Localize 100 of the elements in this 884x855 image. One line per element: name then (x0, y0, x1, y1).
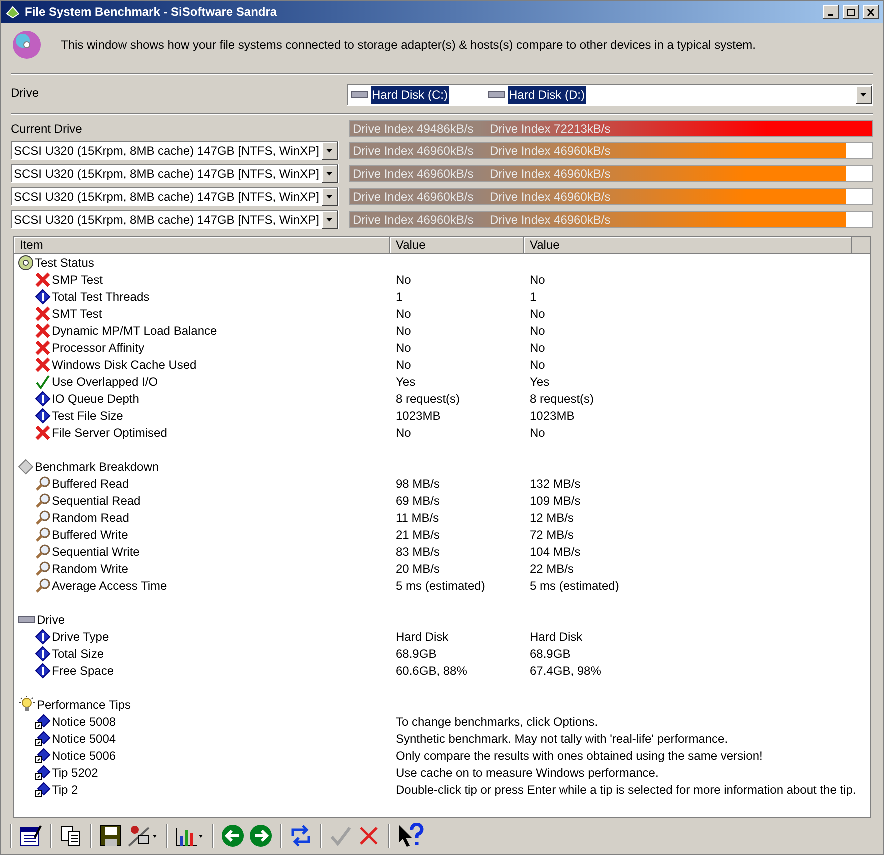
drive-index-reading: Drive Index 46960kB/s (352, 142, 475, 160)
magnifier-icon (35, 492, 51, 508)
check-icon[interactable] (329, 824, 353, 848)
item-name[interactable]: Notice 5008 (52, 712, 116, 730)
item-value: 1 (529, 288, 537, 306)
forward-icon[interactable] (249, 824, 273, 848)
maximize-button[interactable] (843, 5, 859, 19)
item-name[interactable]: Test File Size (52, 406, 124, 424)
drive-index-reading: Drive Index 46960kB/s (352, 188, 475, 206)
column-header[interactable]: Value (524, 237, 852, 254)
item-value: 20 MB/s (395, 560, 442, 578)
item-value: 21 MB/s (395, 526, 442, 544)
item-name[interactable]: Sequential Write (52, 542, 140, 560)
item-name[interactable]: Notice 5004 (52, 730, 116, 748)
item-value: Use cache on to measure Windows performance. (395, 764, 659, 782)
magnifier-icon (35, 510, 51, 526)
reference-device-select[interactable]: SCSI U320 (15Krpm, 8MB cache) 147GB [NTFS, WinXP] (11, 141, 339, 160)
item-value: 72 MB/s (529, 526, 574, 544)
item-name[interactable]: Random Write (52, 560, 128, 578)
item-value: To change benchmarks, click Options. (395, 714, 598, 730)
item-name[interactable]: Windows Disk Cache Used (52, 356, 197, 374)
item-value: 60.6GB, 88% (395, 662, 468, 680)
item-value: 83 MB/s (395, 544, 442, 560)
item-value: Yes (395, 374, 417, 390)
item-name[interactable]: Tip 2 (52, 780, 78, 798)
report-wizard-icon[interactable] (19, 824, 43, 848)
item-value: No (395, 322, 412, 340)
item-name[interactable]: Free Space (52, 662, 114, 680)
item-name[interactable]: Tip 5202 (52, 764, 98, 782)
item-name[interactable]: IO Queue Depth (52, 390, 140, 408)
cross-icon (35, 306, 51, 322)
close-button[interactable] (863, 5, 879, 19)
drive-index-reading: Drive Index 46960kB/s (489, 166, 612, 182)
column-header[interactable]: Value (390, 237, 524, 254)
minimize-button[interactable] (823, 5, 839, 19)
item-name[interactable]: Drive Type (52, 628, 110, 646)
item-value: No (529, 340, 546, 356)
reference-device-select[interactable]: SCSI U320 (15Krpm, 8MB cache) 147GB [NTFS, WinXP] (11, 187, 339, 206)
item-name[interactable]: Buffered Read (52, 474, 130, 492)
item-name[interactable]: Notice 5006 (52, 746, 116, 764)
refresh-icon[interactable] (289, 824, 313, 848)
cross-icon (35, 424, 51, 440)
item-value: No (529, 322, 546, 340)
drive-index-reading: Drive Index 49486kB/s (352, 120, 475, 138)
info-icon (35, 646, 51, 662)
item-name[interactable]: SMT Test (52, 304, 102, 322)
drive-index-reading: Drive Index 72213kB/s (489, 120, 612, 138)
item-name[interactable]: Dynamic MP/MT Load Balance (52, 322, 218, 340)
app-icon (5, 4, 21, 20)
item-name[interactable]: Buffered Write (52, 526, 128, 544)
group-row[interactable]: Drive (14, 611, 870, 628)
tip-icon (35, 764, 51, 780)
cross-icon (35, 356, 51, 372)
selected-drive[interactable]: Hard Disk (C:) (371, 86, 450, 104)
item-name[interactable]: File Server Optimised (52, 424, 168, 442)
group-row[interactable]: Performance Tips (14, 696, 870, 713)
item-name[interactable]: Total Size (52, 644, 104, 662)
item-value: 11 MB/s (395, 510, 440, 526)
item-value: 1023MB (529, 408, 575, 424)
item-value: Yes (529, 374, 550, 390)
close-icon (867, 8, 875, 16)
column-header[interactable]: Item (14, 237, 390, 254)
drive-select[interactable]: Hard Disk (C:) Hard Disk (D:) (347, 84, 873, 106)
help-icon[interactable] (397, 823, 425, 849)
item-value: No (395, 306, 412, 322)
item-name[interactable]: Random Read (52, 508, 130, 526)
item-value: 8 request(s) (395, 390, 462, 408)
back-icon[interactable] (221, 824, 245, 848)
drive-icon (351, 90, 369, 100)
selected-drive[interactable]: Hard Disk (D:) (508, 86, 586, 104)
check-icon (35, 374, 51, 390)
group-row[interactable]: Benchmark Breakdown (14, 458, 870, 475)
item-name[interactable]: Average Access Time (52, 576, 168, 594)
drive-index-reading: Drive Index 46960kB/s (489, 142, 612, 160)
item-value: 109 MB/s (529, 492, 581, 510)
current-drive-label: Current Drive (11, 120, 84, 138)
diamond-icon (18, 458, 34, 474)
item-value: Synthetic benchmark. May not tally with 'real-life' performance. (395, 730, 728, 748)
drive-index-reading: Drive Index 46960kB/s (489, 188, 612, 206)
item-name[interactable]: Processor Affinity (52, 338, 144, 356)
item-name[interactable]: Total Test Threads (52, 288, 150, 306)
item-value: 5 ms (estimated) (395, 578, 486, 594)
group-row[interactable]: Test Status (14, 254, 870, 271)
item-value: 104 MB/s (529, 544, 581, 560)
copy-icon[interactable] (59, 824, 83, 848)
item-value: No (529, 356, 546, 374)
item-name[interactable]: Use Overlapped I/O (52, 372, 158, 390)
cross-icon (35, 272, 51, 288)
item-name[interactable]: SMP Test (52, 270, 103, 288)
item-value: 1 (395, 288, 404, 306)
save-icon[interactable] (99, 824, 123, 848)
item-value: 5 ms (estimated) (529, 578, 620, 594)
group-name: Test Status (35, 254, 94, 272)
window-title: File System Benchmark - SiSoftware Sandra (25, 4, 278, 21)
item-value: No (395, 424, 412, 442)
drive-index-reading: Drive Index 46960kB/s (352, 212, 475, 228)
reference-device-select[interactable]: SCSI U320 (15Krpm, 8MB cache) 147GB [NTFS, WinXP] (11, 164, 339, 183)
item-name[interactable]: Sequential Read (52, 492, 141, 510)
item-value: 68.9GB (395, 646, 438, 662)
reference-device-select[interactable]: SCSI U320 (15Krpm, 8MB cache) 147GB [NTFS, WinXP] (11, 210, 339, 229)
